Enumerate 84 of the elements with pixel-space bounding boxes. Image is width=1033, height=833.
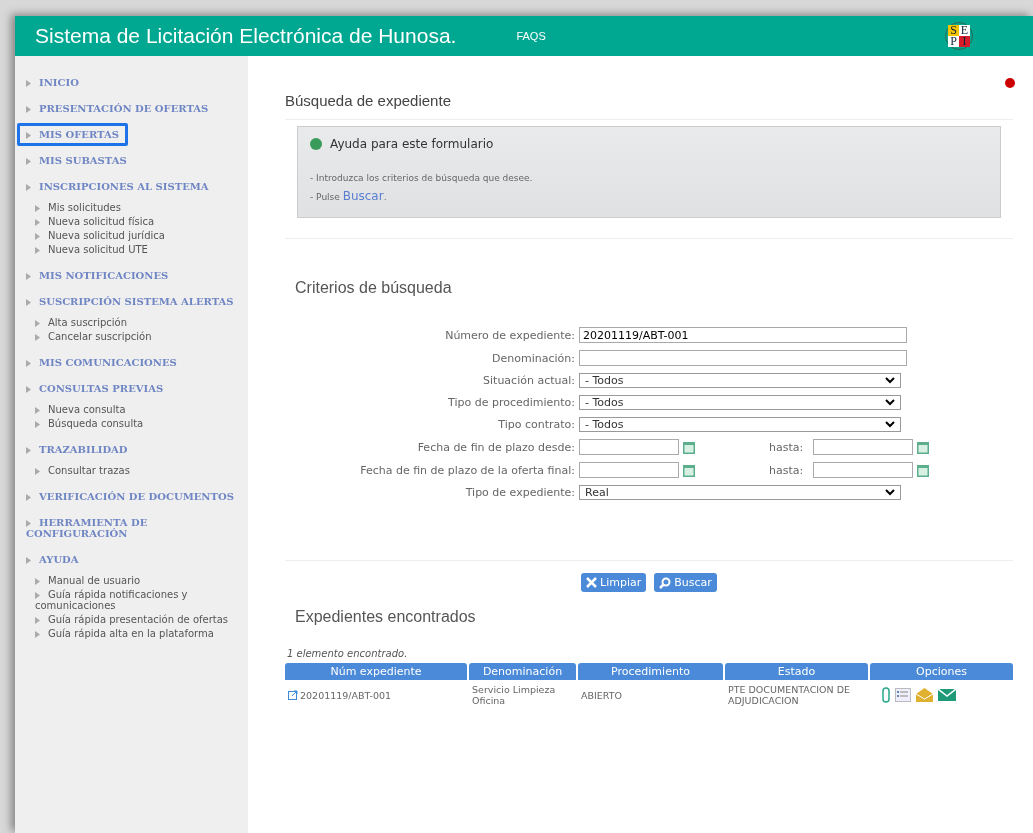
envelope-open-icon[interactable] [916,688,933,702]
arrow-icon [26,299,31,306]
input-field[interactable] [579,350,907,366]
site-title: Sistema de Licitación Electrónica de Hunosa. [35,24,457,48]
arrow-icon [26,273,31,280]
table-cell-text: PTE DOCUMENTACION DE ADJUDICACION [727,683,851,708]
table-cell-text: Servicio Limpieza Oficina [471,683,557,708]
help-title: Ayuda para este formulario [330,137,494,151]
field-label: Tipo de procedimiento: [447,396,575,409]
field-label: Fecha de fin de plazo desde: [416,440,575,454]
field-label: hasta: [769,440,804,454]
select-field[interactable]: - Todos [579,395,901,410]
table-cell: 20201119/ABT-001 [285,680,467,710]
column-header: Estado [725,663,868,680]
clear-button[interactable]: Limpiar [581,573,647,592]
arrow-icon [26,520,31,527]
chevron-icon [885,399,895,406]
arrow-icon [26,360,31,367]
date-field[interactable] [579,439,679,455]
calendar-icon[interactable] [917,463,930,477]
search-button[interactable]: Buscar [654,573,717,592]
submenu-item[interactable]: Manual de usuario [15,574,235,588]
select-field[interactable]: - Todos [579,373,901,388]
paperclip-icon[interactable] [882,687,890,703]
arrow-icon [26,80,31,87]
select-field[interactable]: - Todos [579,417,901,432]
date-field[interactable] [579,462,679,478]
arrow-icon [26,132,31,139]
select-field[interactable]: Real [579,485,901,500]
submenu-item[interactable]: Guía rápida presentación de ofertas [15,613,235,627]
table-cell-text: ABIERTO [580,688,623,703]
section-title: Expedientes encontrados [295,608,477,626]
date-field[interactable] [813,462,914,478]
column-header: Denominación [469,663,576,680]
chevron-icon [885,377,895,384]
calendar-icon[interactable] [683,463,695,477]
submenu-item[interactable]: Nueva solicitud UTE [15,243,235,257]
field-label: Fecha de fin de plazo de la oferta final: [359,463,575,477]
field-label: Tipo de expediente: [464,486,575,499]
page-title: Búsqueda de expediente [285,92,1013,120]
section-title: Criterios de búsqueda [295,279,453,297]
list-icon[interactable] [895,688,911,702]
search-icon [659,576,672,589]
submenu-item[interactable]: Nueva solicitud jurídica [15,229,235,243]
field-label: Denominación: [491,351,575,365]
column-header: Procedimiento [578,663,723,680]
arrow-icon [26,447,31,454]
arrow-icon [26,494,31,501]
arrow-icon [26,557,31,564]
info-icon [310,138,322,150]
help-text: - Pulse Buscar. [310,189,388,203]
field-label: Situación actual: [482,374,575,387]
submenu-item[interactable]: Nueva consulta [15,403,235,417]
arrow-icon [26,158,31,165]
input-field[interactable]: 20201119/ABT-001 [579,327,907,343]
field-label: Tipo contrato: [497,418,575,431]
submenu-item[interactable]: Cancelar suscripción [15,330,235,344]
submenu-item[interactable]: Nueva solicitud física [15,215,235,229]
close-icon [586,577,598,588]
submenu-item[interactable]: Alta suscripción [15,316,235,330]
field-label: Número de expediente: [444,328,575,342]
column-header: Opciones [870,663,1013,680]
arrow-icon [26,106,31,113]
field-label: hasta: [769,463,804,477]
help-text: - Introduzca los criterios de búsqueda que desee. [310,173,534,183]
submenu-item[interactable]: Búsqueda consulta [15,417,235,431]
envelope-icon[interactable] [938,689,956,701]
date-field[interactable] [813,439,914,455]
external-link-icon[interactable] [288,690,298,700]
column-header: Núm expediente [285,663,467,680]
submenu-item[interactable]: Guía rápida notificaciones y comunicaciones [15,588,235,613]
chevron-icon [885,489,895,496]
submenu-item[interactable]: Consultar trazas [15,464,235,478]
submenu-item[interactable]: Mis solicitudes [15,201,235,215]
arrow-icon [35,467,40,475]
result-count: 1 elemento encontrado. [287,648,409,659]
calendar-icon[interactable] [683,440,695,454]
logo: S E P I [945,22,973,50]
alert-icon [1005,78,1015,88]
arrow-icon [26,386,31,393]
arrow-icon [26,184,31,191]
chevron-icon [885,421,895,428]
submenu-item[interactable]: Guía rápida alta en la plataforma [15,627,235,641]
calendar-icon[interactable] [917,440,930,454]
